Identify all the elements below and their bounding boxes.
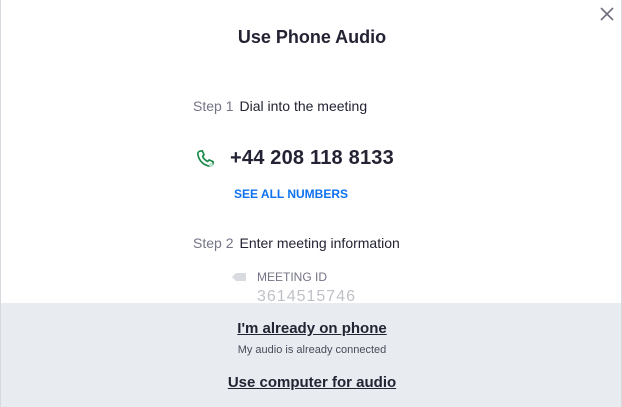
dialog-footer: I'm already on phone My audio is already…	[1, 303, 621, 407]
step-1: Step 1 Dial into the meeting	[193, 98, 367, 114]
dialog-title: Use Phone Audio	[237, 27, 387, 47]
step-1-number: Step 1	[193, 98, 234, 114]
step-1-text: Dial into the meeting	[239, 98, 368, 114]
see-all-numbers-link[interactable]: SEE ALL NUMBERS	[234, 187, 348, 201]
meeting-id-value: 3614515746	[257, 288, 356, 303]
already-on-phone-button[interactable]: I'm already on phone	[1, 320, 621, 337]
use-computer-audio-button[interactable]: Use computer for audio	[1, 374, 621, 391]
already-on-phone-subtext: My audio is already connected	[237, 344, 387, 356]
phone-number: +44 208 118 8133	[230, 147, 394, 169]
meeting-id-row: MEETING ID	[231, 270, 327, 284]
step-2-number: Step 2	[193, 235, 234, 251]
step-2: Step 2 Enter meeting information	[193, 235, 400, 251]
meeting-id-label: MEETING ID	[257, 270, 328, 284]
phone-icon	[197, 149, 215, 167]
step-2-text: Enter meeting information	[239, 235, 400, 251]
close-icon[interactable]	[599, 6, 615, 22]
phone-audio-dialog: Use Phone Audio Step 1 Dial into the meet…	[0, 0, 622, 407]
tag-icon	[232, 273, 246, 281]
phone-row: +44 208 118 8133	[194, 147, 394, 170]
dialog-body[interactable]: Step 1 Dial into the meeting +44 208 118 …	[1, 60, 621, 303]
